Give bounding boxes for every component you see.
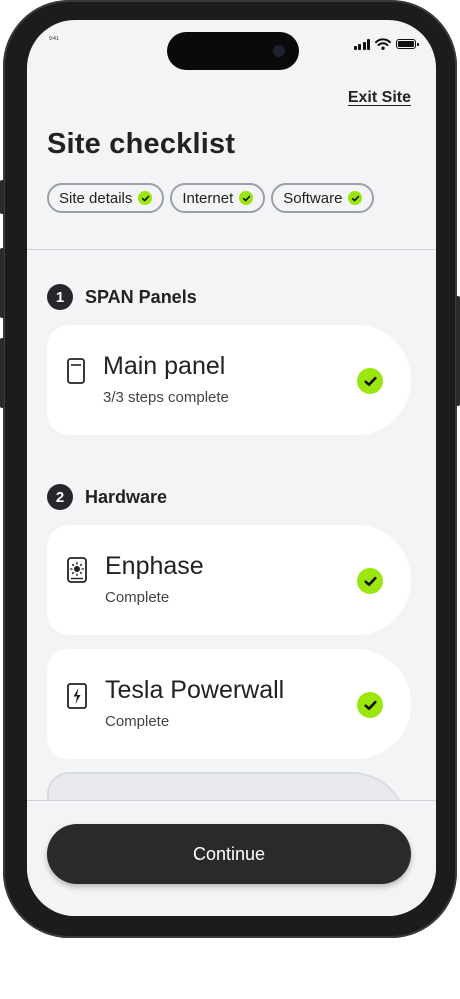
- card-main-panel[interactable]: Main panel 3/3 steps complete: [47, 325, 411, 435]
- check-icon: [138, 191, 153, 205]
- check-icon: [239, 191, 254, 205]
- section-title: SPAN Panels: [85, 286, 197, 307]
- battery-bolt-icon: [67, 683, 87, 709]
- status-time: 9:41: [49, 36, 59, 42]
- card-subtitle: Complete: [105, 713, 170, 730]
- card-tesla-powerwall[interactable]: Tesla Powerwall Complete: [47, 649, 411, 759]
- chip-label: Software: [283, 189, 343, 207]
- step-number: 1: [47, 284, 73, 310]
- chip-label: Site details: [59, 189, 133, 207]
- card-subtitle: 3/3 steps complete: [103, 389, 229, 406]
- battery-icon: [396, 39, 419, 49]
- continue-button[interactable]: Continue: [47, 824, 411, 884]
- side-button-volume-down: [0, 338, 4, 408]
- card-title: Enphase: [105, 552, 204, 580]
- side-button-mute: [0, 180, 4, 214]
- section-header-hardware: 2 Hardware: [47, 484, 167, 510]
- dynamic-island: [167, 32, 299, 70]
- chip-site-details[interactable]: Site details: [47, 183, 165, 213]
- screen: 9:41 Exit Site Site checklist Site detai…: [27, 20, 436, 916]
- card-enphase[interactable]: Enphase Complete: [47, 525, 411, 635]
- progress-chips: Site details Internet Software: [47, 183, 375, 213]
- side-button-power: [456, 296, 460, 406]
- side-button-volume-up: [0, 248, 4, 318]
- footer: Continue: [27, 800, 436, 916]
- solar-inverter-icon: [67, 557, 87, 583]
- check-icon: [348, 191, 363, 205]
- check-icon: [357, 568, 383, 594]
- section-header-span-panels: 1 SPAN Panels: [47, 284, 197, 310]
- phone-frame: 9:41 Exit Site Site checklist Site detai…: [0, 0, 460, 938]
- check-icon: [357, 368, 383, 394]
- exit-site-link[interactable]: Exit Site: [348, 89, 411, 107]
- status-icons: [353, 38, 419, 50]
- divider: [27, 249, 436, 250]
- card-title: Main panel: [103, 352, 226, 380]
- page-title: Site checklist: [47, 128, 236, 160]
- card-subtitle: Complete: [105, 589, 170, 606]
- panel-icon: [67, 358, 85, 384]
- chip-label: Internet: [182, 189, 234, 207]
- card-title: Tesla Powerwall: [105, 676, 285, 704]
- wifi-icon: [375, 38, 391, 50]
- section-title: Hardware: [85, 486, 168, 507]
- chip-internet[interactable]: Internet: [170, 183, 266, 213]
- chip-software[interactable]: Software: [271, 183, 375, 213]
- check-icon: [357, 692, 383, 718]
- signal-icon: [353, 38, 370, 50]
- step-number: 2: [47, 484, 73, 510]
